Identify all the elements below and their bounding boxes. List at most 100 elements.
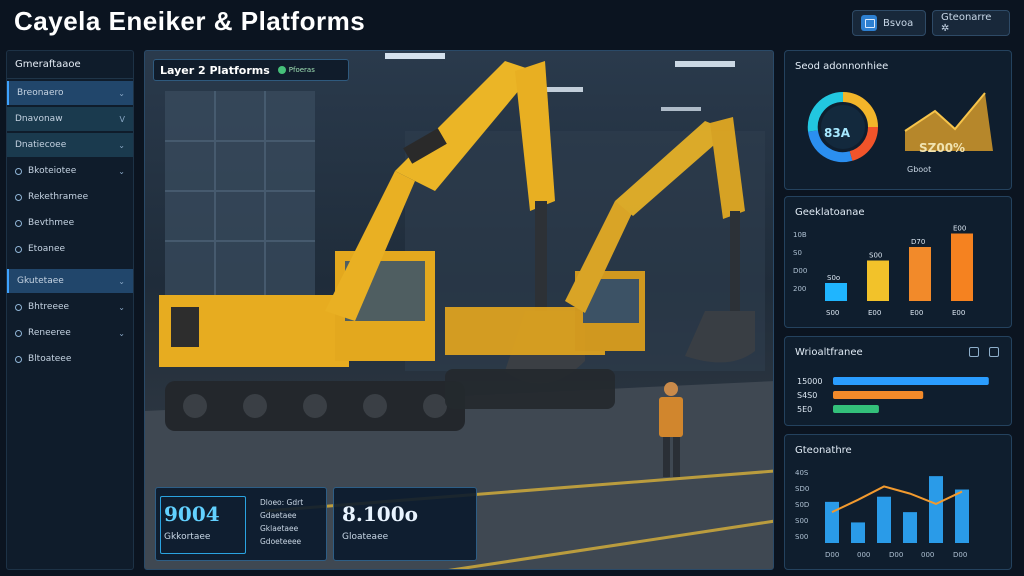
y-tick-label: S00 — [795, 517, 808, 525]
y-tick-label: 200 — [793, 285, 806, 293]
y-tick-label: SD0 — [795, 485, 809, 493]
bar — [867, 260, 889, 301]
chevron-down-icon: ⌄ — [118, 276, 125, 286]
x-tick-label: 000 — [857, 551, 870, 559]
sidebar-item-label: Bevthmee — [28, 218, 75, 228]
sidebar: Gmeraftaaoe Breonaero ⌄ Dnavonaw V Dnati… — [6, 50, 134, 570]
sidebar-item-label: Dnatiecoee — [15, 140, 67, 150]
y-tick-label: 40S — [795, 469, 809, 477]
sidebar-item-10[interactable]: Bltoateee — [7, 347, 133, 371]
sidebar-item-label: Dnavonaw — [15, 114, 63, 124]
chevron-down-icon: ⌄ — [118, 88, 125, 98]
sidebar-item-label: Reneeree — [28, 328, 71, 338]
status-dot-icon — [277, 66, 286, 74]
bar — [877, 496, 891, 543]
stat-card-1-value: 9004 — [164, 502, 220, 526]
data-label: S00 — [869, 252, 882, 260]
status-pill-label: Pfoeras — [288, 66, 315, 74]
circle-icon — [15, 167, 22, 175]
sidebar-item-8[interactable]: Bhtreeee ⌄ — [7, 295, 133, 319]
data-label: E00 — [953, 225, 966, 233]
hbar — [833, 391, 924, 399]
circle-icon — [15, 355, 22, 363]
top-button-1-label: Bsvoa — [883, 17, 914, 29]
sidebar-item-label: Bkoteiotee — [28, 166, 77, 176]
horizontal-bar-chart-svg: 15000 S4S0 5E0 — [797, 377, 989, 414]
sidebar-item-3[interactable]: Bkoteiotee ⌄ — [7, 159, 133, 183]
combo-chart-svg: 40S SD0 S0D S00 S00 D00 000 D00 000 D00 — [795, 469, 969, 559]
bar — [903, 512, 917, 543]
circle-icon — [15, 303, 22, 311]
sidebar-item-0[interactable]: Breonaero ⌄ — [7, 81, 133, 105]
y-tick-label: S00 — [795, 533, 808, 541]
panel-overview[interactable]: Seod adonnonhiee SZ00% Gboot — [784, 50, 1012, 190]
stat-card-2-label: Gloateaee — [342, 532, 389, 542]
bar-chart-svg: 200 D00 S0 10B S0o S00 S00 E00 D70 E00 E00 E00 — [793, 225, 973, 317]
top-button-1[interactable]: Bsvoa — [852, 10, 926, 36]
chevron-icon: V — [119, 114, 125, 124]
y-tick-label: S0 — [793, 249, 802, 257]
data-label: D70 — [911, 238, 925, 246]
bar — [929, 476, 943, 543]
bar — [909, 247, 931, 301]
sidebar-item-label: Bhtreeee — [28, 302, 70, 312]
data-label: S0o — [827, 274, 840, 282]
app-title: Cayela Eneiker & Platforms — [14, 6, 366, 36]
sidebar-item-1[interactable]: Dnavonaw V — [7, 107, 133, 131]
bar-category-label: 15000 — [797, 377, 822, 386]
stat-card-2[interactable]: 8.100o Gloateaee — [333, 487, 477, 561]
chevron-down-icon: ⌄ — [118, 166, 125, 176]
y-tick-label: D00 — [793, 267, 807, 275]
sidebar-item-7[interactable]: Gkutetaee ⌄ — [7, 269, 133, 293]
x-tick-label: S00 — [826, 309, 839, 317]
sidebar-item-2[interactable]: Dnatiecoee ⌄ — [7, 133, 133, 157]
main-image-panel: Layer 2 Platforms Pfoeras 9004 Gkkortaee… — [144, 50, 774, 570]
stat-card-1[interactable]: 9004 Gkkortaee Dloeo: Gdrt Gdaetaee Gkla… — [155, 487, 327, 561]
overview-kpi-label: Gboot — [907, 165, 932, 174]
panel-bar-chart[interactable]: Geeklatoanae 200 D00 S0 10B S0o S00 S00 E00 D70 E… — [784, 196, 1012, 328]
hbar — [833, 377, 989, 385]
chevron-down-icon: ⌄ — [118, 140, 125, 150]
circle-icon — [15, 329, 22, 337]
sidebar-item-4[interactable]: Rekethramee — [7, 185, 133, 209]
overview-graphics — [807, 91, 993, 163]
chevron-down-icon: ⌄ — [118, 328, 125, 338]
bar — [955, 489, 969, 543]
main-panel-header: Layer 2 Platforms Pfoeras — [153, 59, 349, 81]
sidebar-heading: Gmeraftaaoe — [7, 51, 133, 79]
stat-card-1-label: Gkkortaee — [164, 532, 211, 542]
x-tick-label: E00 — [910, 309, 923, 317]
x-tick-label: E00 — [868, 309, 881, 317]
panel-combo-chart[interactable]: Gteonathre 40S SD0 S0D S00 S00 D00 000 D00 000 D0… — [784, 434, 1012, 570]
y-tick-label: 10B — [793, 231, 807, 239]
main-panel-title: Layer 2 Platforms — [160, 63, 270, 77]
sidebar-item-5[interactable]: Bevthmee — [7, 211, 133, 235]
sidebar-item-label: Etoanee — [28, 244, 66, 254]
x-tick-label: D00 — [889, 551, 903, 559]
circle-icon — [15, 219, 22, 227]
y-tick-label: S0D — [795, 501, 809, 509]
top-button-2[interactable]: Gteonarre ✲ — [932, 10, 1010, 36]
sidebar-item-label: Rekethramee — [28, 192, 89, 202]
panel-horizontal-bars[interactable]: Wrioaltfranee 15000 S4S0 5E0 — [784, 336, 1012, 426]
bar-category-label: S4S0 — [797, 391, 817, 400]
donut-center-value: 83A — [824, 126, 850, 140]
overview-kpi-value: SZ00% — [919, 141, 966, 155]
bar — [851, 522, 865, 543]
detail-line: Gdaetaee — [260, 511, 297, 520]
circle-icon — [15, 193, 22, 201]
hbar — [833, 405, 879, 413]
circle-icon — [15, 245, 22, 253]
bar-category-label: 5E0 — [797, 405, 812, 414]
bar — [951, 233, 973, 301]
detail-line: Gdoeteeee — [260, 537, 302, 546]
chevron-down-icon: ⌄ — [118, 302, 125, 312]
x-tick-label: D00 — [953, 551, 967, 559]
sidebar-item-9[interactable]: Reneeree ⌄ — [7, 321, 133, 345]
detail-line: Dloeo: Gdrt — [260, 498, 304, 507]
bar — [825, 501, 839, 543]
status-pill: Pfoeras — [277, 66, 315, 74]
sidebar-item-6[interactable]: Etoanee — [7, 237, 133, 261]
bar — [825, 283, 847, 301]
x-tick-label: E00 — [952, 309, 965, 317]
